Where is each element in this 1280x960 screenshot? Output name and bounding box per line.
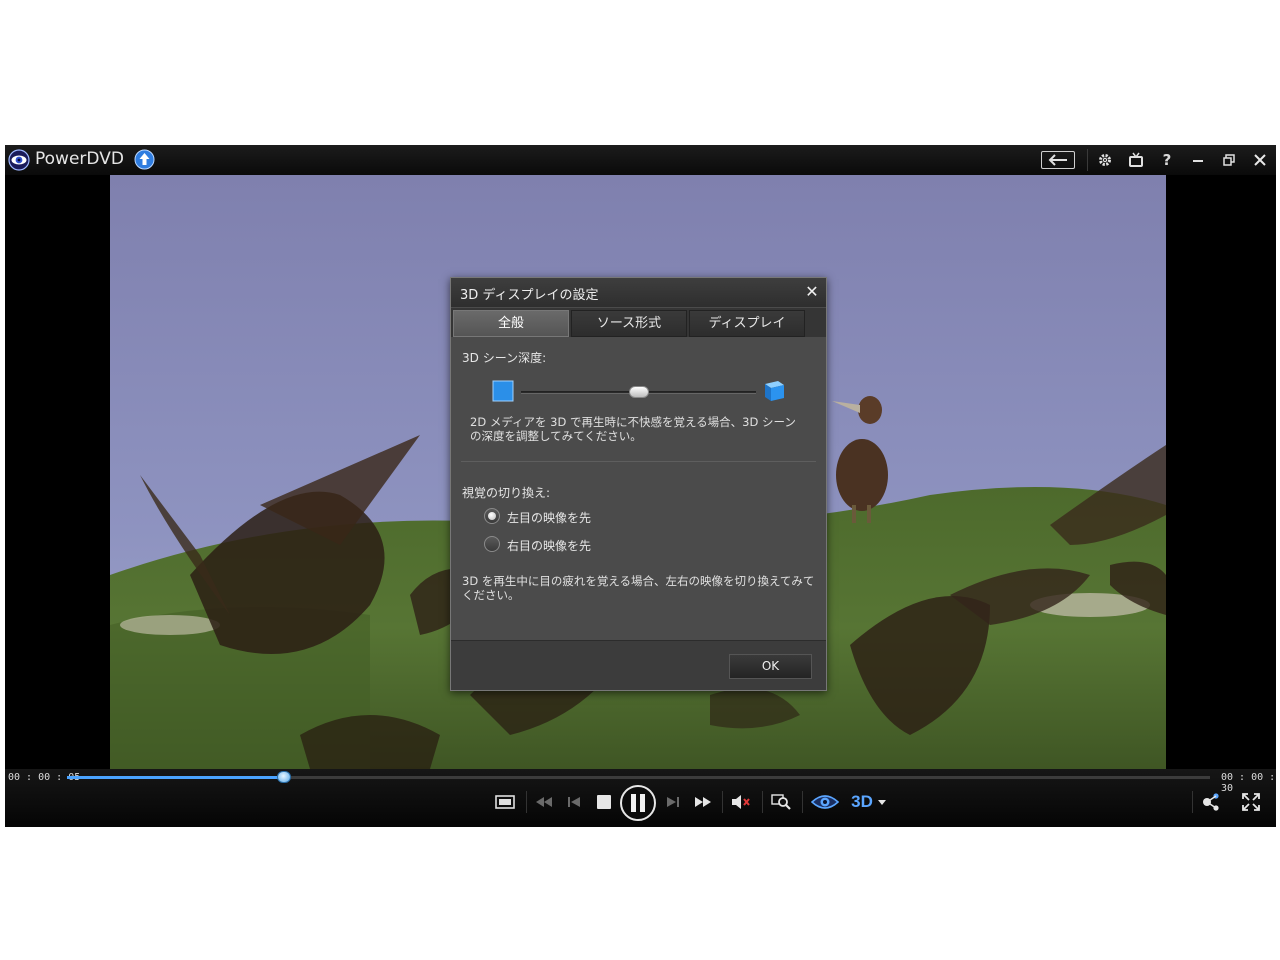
fullscreen-icon: [1242, 793, 1260, 811]
tv-mode-button[interactable]: [1124, 150, 1148, 170]
left-eye-first-radio[interactable]: [484, 508, 500, 524]
mute-icon: [732, 795, 750, 809]
restore-icon: [1223, 154, 1235, 166]
flat-depth-icon: [492, 380, 514, 402]
stop-icon: [597, 795, 611, 809]
pause-icon: [620, 785, 656, 821]
eye-icon: [811, 795, 839, 809]
dialog-body: 3D シーン深度: 2D メディアを 3D で再生時に不快感を覚える場合、3D …: [451, 337, 826, 640]
section-divider: [461, 461, 816, 462]
title-bar[interactable]: PowerDVD ?: [5, 145, 1276, 175]
controls-separator: [802, 791, 803, 813]
dialog-close-button[interactable]: ✕: [804, 283, 820, 301]
dialog-tabs: 全般 ソース形式 ディスプレイ: [451, 308, 826, 337]
controls-separator: [1192, 791, 1193, 813]
scene-depth-slider-thumb[interactable]: [628, 386, 649, 398]
seek-bar[interactable]: [67, 771, 1210, 783]
gear-icon: [1099, 154, 1111, 166]
share-button[interactable]: [1199, 790, 1223, 814]
settings-button[interactable]: [1093, 150, 1117, 170]
mute-button[interactable]: [729, 790, 753, 814]
3d-view-button[interactable]: [810, 790, 840, 814]
close-icon: [1254, 154, 1266, 166]
left-eye-first-label[interactable]: 左目の映像を先: [507, 509, 591, 526]
aspect-ratio-icon: [495, 795, 515, 809]
rewind-button[interactable]: [533, 790, 555, 814]
aspect-ratio-button[interactable]: [493, 790, 517, 814]
tab-general[interactable]: 全般: [453, 310, 569, 337]
scene-depth-description-line1: 2D メディアを 3D で再生時に不快感を覚える場合、3D シーン: [470, 415, 796, 429]
control-bar: 00 : 00 : 05 00 : 00 : 30 3D: [5, 769, 1276, 827]
right-eye-first-label[interactable]: 右目の映像を先: [507, 537, 591, 554]
view-switch-description-line1: 3D を再生中に目の疲れを覚える場合、左右の映像を切り換えてみて: [462, 574, 815, 588]
dialog-title-bar[interactable]: 3D ディスプレイの設定 ✕: [451, 278, 826, 307]
zoom-icon: [771, 794, 791, 810]
stop-button[interactable]: [594, 790, 614, 814]
3d-dropdown-icon: [877, 800, 886, 805]
scene-depth-description-line2: の深度を調整してみてください。: [470, 429, 642, 443]
dialog-title: 3D ディスプレイの設定: [460, 288, 599, 303]
seek-bar-fill: [67, 776, 285, 779]
next-button[interactable]: [663, 790, 683, 814]
close-button[interactable]: [1248, 150, 1272, 170]
previous-icon: [568, 797, 580, 807]
controls-separator: [722, 791, 723, 813]
fast-forward-button[interactable]: [692, 790, 714, 814]
tv-icon: [1129, 152, 1143, 167]
powerdvd-logo-icon: [8, 149, 30, 171]
3d-mode-button[interactable]: 3D: [850, 790, 888, 814]
seek-bar-thumb[interactable]: [277, 771, 292, 783]
share-icon: [1203, 793, 1219, 811]
3d-display-settings-dialog: 3D ディスプレイの設定 ✕ 全般 ソース形式 ディスプレイ 3D シーン深度:…: [450, 277, 827, 691]
fast-forward-icon: [695, 797, 711, 807]
back-arrow-icon: [1048, 154, 1067, 166]
previous-button[interactable]: [564, 790, 584, 814]
minimize-icon: [1193, 160, 1203, 162]
update-arrow-icon[interactable]: [134, 149, 155, 170]
next-icon: [667, 797, 679, 807]
rewind-icon: [536, 797, 552, 807]
controls-separator: [762, 791, 763, 813]
right-eye-first-radio[interactable]: [484, 536, 500, 552]
view-switch-description-line2: ください。: [462, 588, 520, 602]
close-icon: ✕: [805, 282, 819, 301]
scene-depth-label: 3D シーン深度:: [462, 351, 547, 365]
title-separator: [1087, 149, 1088, 171]
deep-depth-icon: [765, 381, 784, 401]
scene-depth-slider-track[interactable]: [521, 386, 756, 398]
ok-button[interactable]: OK: [729, 654, 812, 679]
pause-button[interactable]: [619, 784, 657, 822]
help-icon: ?: [1162, 151, 1172, 169]
app-title: PowerDVD: [35, 149, 124, 169]
3d-label: 3D: [851, 792, 873, 811]
restore-button[interactable]: [1217, 150, 1241, 170]
tab-source-format[interactable]: ソース形式: [571, 310, 687, 337]
help-button[interactable]: ?: [1155, 150, 1179, 170]
back-button[interactable]: [1041, 151, 1075, 169]
fullscreen-button[interactable]: [1239, 790, 1263, 814]
zoom-button[interactable]: [769, 790, 793, 814]
dialog-footer: OK: [451, 640, 826, 690]
view-switch-label: 視覚の切り換え:: [462, 486, 551, 500]
controls-separator: [526, 791, 527, 813]
tab-display[interactable]: ディスプレイ: [689, 310, 805, 337]
minimize-button[interactable]: [1186, 150, 1210, 170]
